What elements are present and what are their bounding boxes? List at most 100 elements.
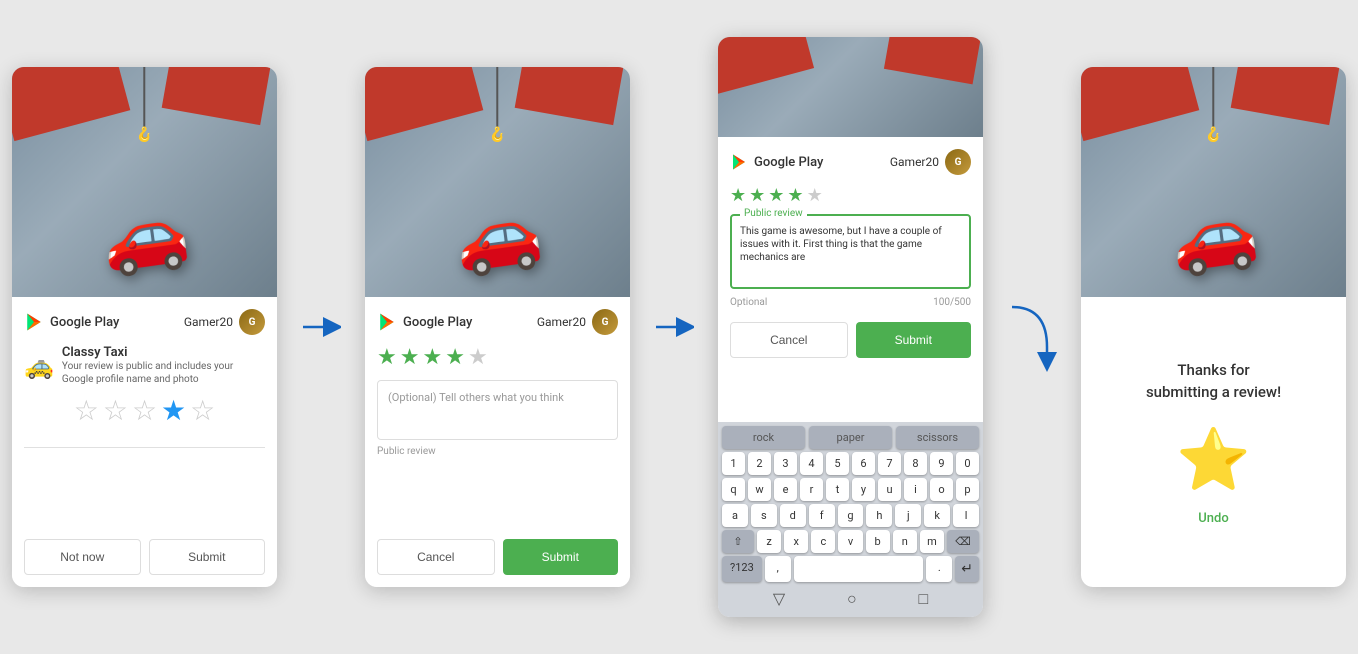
star3-5[interactable]: ★ — [807, 185, 823, 206]
panel1-buttons: Not now Submit — [24, 539, 265, 575]
key-j[interactable]: j — [895, 504, 921, 527]
google-play-logo: Google Play — [24, 312, 119, 332]
submit-button[interactable]: Submit — [149, 539, 266, 575]
user-info: Gamer20 G — [184, 309, 265, 335]
key-4[interactable]: 4 — [800, 452, 823, 475]
star2-3[interactable]: ★ — [422, 345, 442, 370]
suggest-paper[interactable]: paper — [809, 426, 892, 449]
key-h[interactable]: h — [866, 504, 892, 527]
app-name: Classy Taxi — [62, 345, 265, 360]
panel2-dialog: Google Play Gamer20 G ★ ★ ★ ★ ★ (Optiona… — [365, 297, 630, 587]
submit-button3[interactable]: Submit — [856, 322, 972, 358]
key-9[interactable]: 9 — [930, 452, 953, 475]
key-1[interactable]: 1 — [722, 452, 745, 475]
panel1-dialog: Google Play Gamer20 G 🚕 Classy Taxi Your… — [12, 297, 277, 587]
key-c[interactable]: c — [811, 530, 835, 553]
crane-wire4 — [1213, 67, 1215, 127]
star-4[interactable]: ★ — [161, 394, 186, 427]
key-e[interactable]: e — [774, 478, 797, 501]
panel1-header: Google Play Gamer20 G — [24, 309, 265, 335]
key-b[interactable]: b — [866, 530, 890, 553]
key-0[interactable]: 0 — [956, 452, 979, 475]
key-6[interactable]: 6 — [852, 452, 875, 475]
key-v[interactable]: v — [838, 530, 862, 553]
public-review-label: Public review — [377, 446, 618, 457]
shift-key[interactable]: ⇧ — [722, 530, 754, 553]
star2-2[interactable]: ★ — [400, 345, 420, 370]
key-q[interactable]: q — [722, 478, 745, 501]
key-a[interactable]: a — [722, 504, 748, 527]
submit-button2[interactable]: Submit — [503, 539, 619, 575]
stars-row3[interactable]: ★ ★ ★ ★ ★ — [730, 185, 971, 206]
cancel-button2[interactable]: Cancel — [377, 539, 495, 575]
panel3-frame: Google Play Gamer20 G ★ ★ ★ ★ ★ Public r… — [718, 37, 983, 617]
panel2-game-bg: 🪝 🚗 — [365, 67, 630, 297]
divider — [24, 447, 265, 448]
suggest-scissors[interactable]: scissors — [896, 426, 979, 449]
star2-4[interactable]: ★ — [445, 345, 465, 370]
key-comma[interactable]: , — [765, 556, 791, 582]
backspace-key[interactable]: ⌫ — [947, 530, 979, 553]
star3-1[interactable]: ★ — [730, 185, 746, 206]
star2-5[interactable]: ★ — [468, 345, 488, 370]
key-n[interactable]: n — [893, 530, 917, 553]
review-textarea[interactable]: Public review This game is awesome, but … — [730, 214, 971, 289]
key-3[interactable]: 3 — [774, 452, 797, 475]
keyboard-asdf-row: a s d f g h j k l — [722, 504, 979, 527]
crane-hook-shape2: 🪝 — [489, 127, 506, 143]
key-5[interactable]: 5 — [826, 452, 849, 475]
key-y[interactable]: y — [852, 478, 875, 501]
key-s[interactable]: s — [751, 504, 777, 527]
key-o[interactable]: o — [930, 478, 953, 501]
avatar: G — [239, 309, 265, 335]
key-2[interactable]: 2 — [748, 452, 771, 475]
key-i[interactable]: i — [904, 478, 927, 501]
crane-wire2 — [497, 67, 499, 127]
cancel-button3[interactable]: Cancel — [730, 322, 848, 358]
key-space[interactable] — [794, 556, 924, 582]
star3-3[interactable]: ★ — [768, 185, 784, 206]
star-2[interactable]: ☆ — [103, 394, 128, 427]
key-x[interactable]: x — [784, 530, 808, 553]
undo-link[interactable]: Undo — [1198, 511, 1228, 526]
star-3[interactable]: ☆ — [132, 394, 157, 427]
star2-1[interactable]: ★ — [377, 345, 397, 370]
star3-2[interactable]: ★ — [749, 185, 765, 206]
stars-row2[interactable]: ★ ★ ★ ★ ★ — [377, 345, 618, 370]
keyboard: rock paper scissors 1 2 3 4 5 6 7 8 9 0 … — [718, 422, 983, 617]
nav-square[interactable]: □ — [918, 589, 928, 609]
nav-back[interactable]: ▽ — [773, 589, 785, 609]
key-p[interactable]: p — [956, 478, 979, 501]
key-r[interactable]: r — [800, 478, 823, 501]
suggest-rock[interactable]: rock — [722, 426, 805, 449]
not-now-button[interactable]: Not now — [24, 539, 141, 575]
review-meta: Optional 100/500 — [730, 297, 971, 316]
username-label2: Gamer20 — [537, 315, 586, 329]
star-person-icon: ⭐ — [1176, 424, 1251, 495]
google-play-label3: Google Play — [754, 155, 823, 170]
key-z[interactable]: z — [757, 530, 781, 553]
key-w[interactable]: w — [748, 478, 771, 501]
key-m[interactable]: m — [920, 530, 944, 553]
key-f[interactable]: f — [809, 504, 835, 527]
key-7[interactable]: 7 — [878, 452, 901, 475]
key-period[interactable]: . — [926, 556, 952, 582]
key-enter[interactable]: ↵ — [955, 556, 979, 582]
key-l[interactable]: l — [953, 504, 979, 527]
star-1[interactable]: ☆ — [74, 394, 99, 427]
nav-home[interactable]: ○ — [847, 589, 857, 609]
key-d[interactable]: d — [780, 504, 806, 527]
user-info3: Gamer20 G — [890, 149, 971, 175]
key-t[interactable]: t — [826, 478, 849, 501]
key-8[interactable]: 8 — [904, 452, 927, 475]
key-k[interactable]: k — [924, 504, 950, 527]
star-5[interactable]: ☆ — [190, 394, 215, 427]
star3-4[interactable]: ★ — [787, 185, 803, 206]
key-u[interactable]: u — [878, 478, 901, 501]
taxi-car: 🚗 — [96, 189, 194, 282]
key-symbols[interactable]: ?123 — [722, 556, 762, 582]
crane-hook-shape: 🪝 — [136, 127, 153, 143]
key-g[interactable]: g — [838, 504, 864, 527]
stars-rating-row[interactable]: ☆ ☆ ☆ ★ ☆ — [24, 394, 265, 427]
review-input[interactable]: (Optional) Tell others what you think — [377, 380, 618, 440]
